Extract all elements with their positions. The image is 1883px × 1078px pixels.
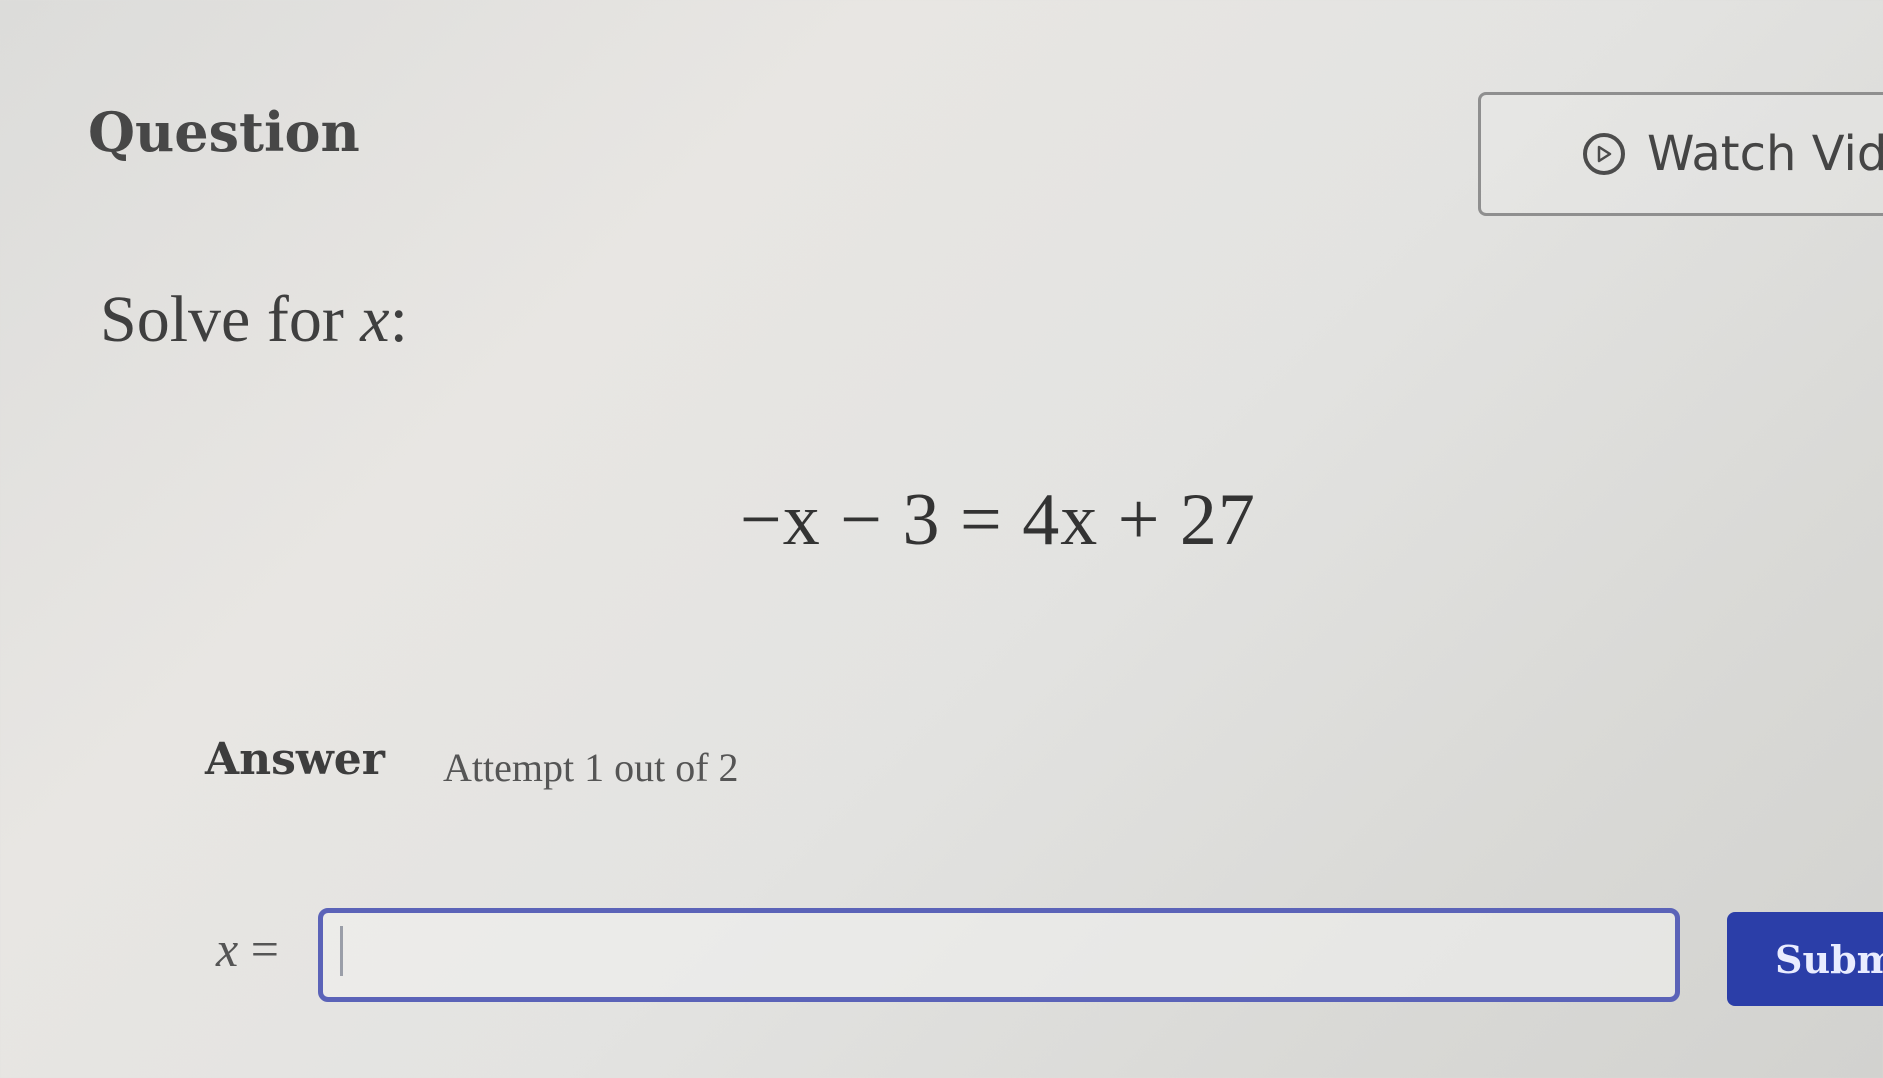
watch-video-button[interactable]: Watch Vid (1478, 92, 1883, 216)
equation: −x − 3 = 4x + 27 (740, 479, 1256, 561)
watch-video-label: Watch Vid (1647, 126, 1883, 182)
play-circle-icon (1583, 133, 1625, 175)
question-prompt: Solve for x: (100, 282, 408, 358)
question-page: Question Watch Vid Solve for x: −x − 3 =… (0, 0, 1883, 1078)
question-heading: Question (88, 100, 360, 164)
answer-input-label: x = (216, 920, 279, 978)
text-caret (340, 926, 343, 976)
submit-button[interactable]: Submi (1727, 912, 1883, 1006)
prompt-suffix: : (389, 283, 408, 356)
answer-input[interactable] (318, 908, 1680, 1002)
answer-heading: Answer (205, 734, 385, 785)
prompt-variable: x (360, 283, 390, 356)
input-equals: = (238, 921, 279, 977)
attempt-counter: Attempt 1 out of 2 (443, 745, 739, 790)
prompt-text: Solve for (100, 283, 361, 356)
input-variable: x (216, 921, 239, 977)
